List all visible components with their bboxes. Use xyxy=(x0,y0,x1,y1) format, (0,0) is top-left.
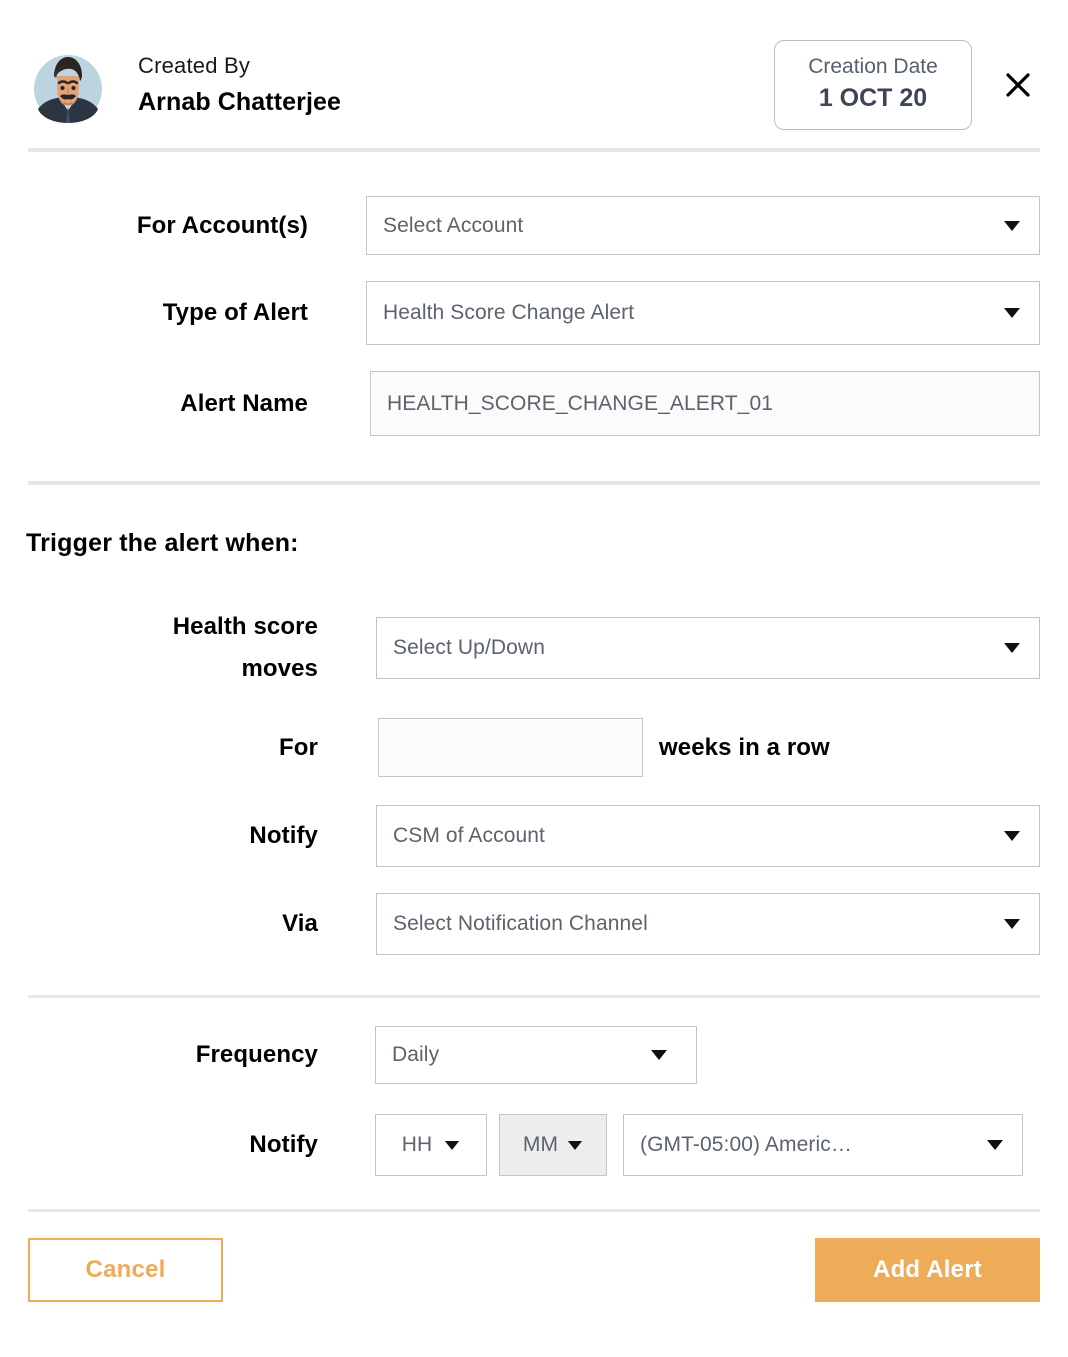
weeks-label: For xyxy=(279,733,318,761)
notify-timezone-select[interactable]: (GMT-05:00) Americ… xyxy=(623,1114,1023,1176)
notify-who-select[interactable]: CSM of Account xyxy=(376,805,1040,867)
chevron-down-icon xyxy=(432,1140,460,1151)
chevron-down-icon xyxy=(995,307,1039,319)
avatar xyxy=(26,43,110,127)
notify-who-value: CSM of Account xyxy=(393,824,545,847)
notify-minute-select[interactable]: MM xyxy=(499,1114,607,1176)
for-accounts-label: For Account(s) xyxy=(136,211,308,239)
notify-who-label: Notify xyxy=(249,822,318,849)
schedule-section: Frequency Daily Notify HH MM (GMT-05:00)… xyxy=(0,998,1068,1176)
dialog-footer: Cancel Add Alert xyxy=(0,1238,1068,1302)
dialog-header: Created By Arnab Chatterjee Creation Dat… xyxy=(0,0,1068,148)
notify-timezone-value: (GMT-05:00) Americ… xyxy=(640,1133,852,1156)
health-score-moves-value: Select Up/Down xyxy=(393,636,545,659)
weeks-suffix-label: weeks in a row xyxy=(659,733,830,761)
creation-date-value: 1 OCT 20 xyxy=(818,84,928,112)
divider-footer xyxy=(28,1209,1040,1212)
for-accounts-value: Select Account xyxy=(383,213,524,237)
creation-date-label: Creation Date xyxy=(808,55,938,78)
health-score-moves-label: Health score moves xyxy=(0,606,318,690)
health-score-moves-label-line1: Health score xyxy=(172,613,318,640)
via-label: Via xyxy=(282,910,318,937)
chevron-down-icon xyxy=(978,1139,1022,1151)
cancel-button[interactable]: Cancel xyxy=(28,1238,223,1302)
weeks-input[interactable] xyxy=(378,718,643,777)
chevron-down-icon xyxy=(642,1049,696,1061)
chevron-down-icon xyxy=(995,220,1039,232)
notify-hour-value: HH xyxy=(401,1133,433,1156)
row-notify-who: Notify CSM of Account xyxy=(0,805,1068,867)
frequency-label: Frequency xyxy=(195,1041,318,1068)
trigger-section-title: Trigger the alert when: xyxy=(26,529,299,557)
chevron-down-icon xyxy=(995,918,1039,930)
row-alert-name: Alert Name HEALTH_SCORE_CHANGE_ALERT_01 xyxy=(0,371,1068,436)
alert-details-section: For Account(s) Select Account Type of Al… xyxy=(0,152,1068,436)
chevron-down-icon xyxy=(995,642,1039,654)
close-icon xyxy=(1003,70,1033,100)
via-value: Select Notification Channel xyxy=(393,912,648,935)
notify-hour-select[interactable]: HH xyxy=(375,1114,487,1176)
created-by-label: Created By xyxy=(138,53,251,78)
row-for-accounts: For Account(s) Select Account xyxy=(0,196,1068,255)
frequency-select[interactable]: Daily xyxy=(375,1026,697,1084)
row-frequency: Frequency Daily xyxy=(0,1026,1068,1084)
close-button[interactable] xyxy=(998,65,1038,105)
for-accounts-select[interactable]: Select Account xyxy=(366,196,1040,255)
row-via: Via Select Notification Channel xyxy=(0,893,1068,955)
type-of-alert-value: Health Score Change Alert xyxy=(383,301,635,324)
type-of-alert-select[interactable]: Health Score Change Alert xyxy=(366,281,1040,345)
notify-minute-value: MM xyxy=(522,1133,559,1156)
row-notify-time: Notify HH MM (GMT-05:00) Americ… xyxy=(0,1114,1068,1176)
add-alert-button[interactable]: Add Alert xyxy=(815,1238,1040,1302)
health-score-moves-select[interactable]: Select Up/Down xyxy=(376,617,1040,679)
creator-block: Created By Arnab Chatterjee xyxy=(138,51,341,119)
alert-name-input[interactable]: HEALTH_SCORE_CHANGE_ALERT_01 xyxy=(370,371,1040,436)
type-of-alert-label: Type of Alert xyxy=(162,299,308,326)
chevron-down-icon xyxy=(995,830,1039,842)
via-select[interactable]: Select Notification Channel xyxy=(376,893,1040,955)
creation-date-box: Creation Date 1 OCT 20 xyxy=(774,40,972,130)
alert-name-value: HEALTH_SCORE_CHANGE_ALERT_01 xyxy=(387,391,773,415)
row-health-score-moves: Health score moves Select Up/Down xyxy=(0,606,1068,690)
health-score-moves-label-line2: moves xyxy=(241,655,318,682)
chevron-down-icon xyxy=(558,1140,583,1151)
row-weeks-in-a-row: For weeks in a row xyxy=(0,718,1068,777)
trigger-section: Trigger the alert when: Health score mov… xyxy=(0,485,1068,955)
created-by-name: Arnab Chatterjee xyxy=(138,88,342,116)
frequency-value: Daily xyxy=(392,1043,440,1066)
notify-time-label: Notify xyxy=(249,1131,318,1158)
alert-name-label: Alert Name xyxy=(180,389,308,417)
row-type-of-alert: Type of Alert Health Score Change Alert xyxy=(0,281,1068,345)
